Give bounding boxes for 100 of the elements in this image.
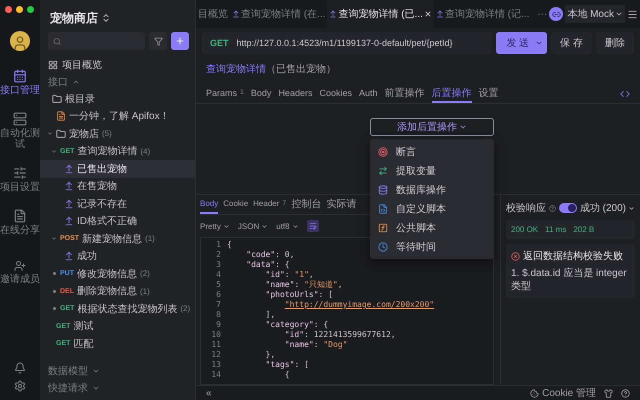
shirt-icon[interactable] [604, 388, 613, 398]
method-label: GET [210, 38, 229, 48]
format-select[interactable]: Pretty [200, 222, 230, 230]
document-icon [13, 209, 27, 223]
avatar[interactable] [10, 31, 30, 51]
tab[interactable]: 查询宠物详情 (记... [434, 0, 532, 28]
environment-select[interactable]: 本地 Mock [565, 5, 625, 23]
cookie-button[interactable]: Cookie 管理 [530, 386, 596, 400]
line-number: 7 [216, 300, 221, 310]
format-select[interactable]: utf8 [276, 222, 299, 230]
menu-icon[interactable] [627, 8, 638, 20]
tab[interactable]: 查询宠物详情 (已... [327, 0, 434, 28]
tab[interactable]: Cookies [319, 84, 352, 103]
item-count: (1) [145, 234, 155, 244]
more-tabs-button[interactable]: ··· [537, 8, 548, 20]
tab[interactable]: Cookie [223, 195, 248, 214]
chevron-down-icon [292, 222, 299, 230]
tab[interactable]: 控制台 [291, 195, 322, 214]
section-label: 数据模型 [48, 364, 88, 378]
tree-item[interactable]: 在售宠物 [40, 178, 195, 195]
line-number: 10 [211, 330, 221, 340]
menu-item[interactable]: 公共脚本 [370, 218, 494, 237]
switch-project-icon[interactable] [101, 13, 111, 23]
case-name: （已售出宠物） [266, 62, 336, 76]
menu-item[interactable]: 断言 [370, 142, 494, 161]
menu-item[interactable]: 提取变量 [370, 161, 494, 180]
bell-icon[interactable] [14, 362, 26, 374]
tree-item[interactable]: 已售出宠物 [40, 160, 195, 178]
database-icon [378, 184, 388, 194]
error-detail: 1. $.data.id 应当是 integer 类型 [511, 267, 628, 293]
format-select[interactable]: JSON [238, 222, 268, 230]
tab[interactable]: Body [250, 84, 272, 103]
item-count: (1) [140, 286, 150, 296]
project-title: 宠物商店 [50, 10, 98, 26]
tree-item[interactable]: 一分钟，了解 Apifox！ [40, 108, 195, 125]
nav-item[interactable]: 接口管理 [0, 67, 40, 98]
minimize-window-icon[interactable] [16, 6, 23, 13]
nav-item[interactable]: 项目设置 [0, 164, 40, 195]
line-number: 5 [216, 280, 221, 290]
menu-item[interactable]: 自定义脚本 [370, 199, 494, 218]
chevron-down-icon [222, 222, 230, 230]
item-label: ID格式不正确 [77, 214, 137, 228]
overview-item[interactable]: 项目概览 [40, 56, 195, 73]
tree-item[interactable]: ID格式不正确 [40, 212, 195, 230]
tree-item[interactable]: 根目录 [40, 90, 195, 108]
endpoint-link[interactable]: 查询宠物详情 [206, 62, 266, 76]
chevron-down-icon [261, 222, 268, 230]
menu-item[interactable]: 等待时间 [370, 237, 494, 256]
tree-item[interactable]: 记录不存在 [40, 195, 195, 212]
settings-icon[interactable] [14, 380, 26, 392]
close-icon[interactable] [424, 10, 432, 18]
tab[interactable]: Auth [358, 84, 378, 103]
environment-icon[interactable] [549, 7, 564, 21]
tab[interactable]: Body [200, 195, 218, 214]
item-label: 一分钟，了解 Apifox！ [69, 110, 170, 124]
tab[interactable]: 前置操作 [384, 84, 424, 103]
line-number: 1 [216, 240, 221, 250]
invite-button[interactable]: 邀请成员 [0, 258, 40, 287]
plus-icon [175, 36, 185, 46]
folder-icon [52, 94, 62, 104]
tab[interactable]: 目概览 [196, 0, 230, 28]
delete-button[interactable]: 删除 [596, 32, 634, 54]
status-code: 200 OK [511, 225, 538, 234]
user-plus-icon [14, 260, 26, 272]
nav-item[interactable]: 在线分享 [0, 207, 40, 238]
filter-button[interactable] [149, 32, 167, 50]
tree-item[interactable]: 宠物店 (5) [40, 125, 195, 142]
tab[interactable]: 后置操作 [432, 84, 472, 103]
collapse-button[interactable]: « [206, 388, 212, 398]
upload-icon [64, 181, 74, 192]
tab[interactable]: 实际请 [326, 195, 356, 214]
add-post-action-button[interactable]: 添加后置操作 [370, 118, 494, 136]
tab[interactable]: 设置 [478, 84, 498, 103]
nav-item[interactable]: 自动化测试 [0, 110, 40, 152]
search-field[interactable] [48, 32, 145, 50]
code-line: "http://dummyimage.com/200x200" [284, 300, 434, 310]
line-number: 8 [216, 310, 221, 320]
url-field[interactable]: GET http://127.0.0.1:4523/m1/1199137-0-default/pet/{petId} [202, 32, 492, 54]
item-label: 记录不存在 [77, 198, 127, 211]
tree-item[interactable]: 成功 [40, 248, 195, 265]
tab[interactable]: 查询宠物详情 (在... [230, 0, 328, 28]
save-button[interactable]: 保 存 [551, 32, 592, 54]
chevron-down-icon [535, 39, 544, 47]
close-window-icon[interactable] [5, 6, 12, 13]
help-icon[interactable] [621, 388, 630, 398]
item-label: 已售出宠物 [77, 162, 127, 176]
url-text: http://127.0.0.1:4523/m1/1199137-0-default/pet/{petId} [236, 38, 453, 48]
server-icon [13, 112, 27, 126]
add-button[interactable] [171, 32, 189, 50]
tab[interactable]: Headers [278, 84, 312, 103]
item-label: 宠物店 [69, 128, 99, 141]
wrap-icon[interactable] [306, 220, 319, 232]
menu-item[interactable]: 数据库操作 [370, 180, 494, 199]
toggle-switch[interactable] [558, 203, 577, 213]
upload-icon [436, 10, 444, 18]
response-select[interactable]: 成功 (200) [580, 201, 635, 215]
maximize-window-icon[interactable] [27, 6, 34, 13]
send-button[interactable]: 发 送 [496, 32, 548, 54]
upload-icon [64, 251, 74, 262]
line-number: 11 [211, 340, 221, 350]
